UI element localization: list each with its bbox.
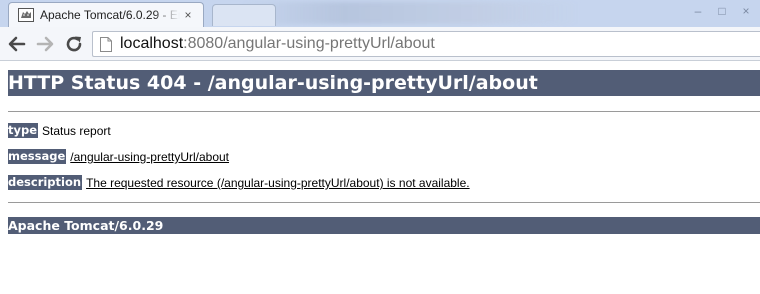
info-row-type: type Status report [8,123,111,139]
info-row-description: description The requested resource (/angu… [8,175,470,191]
close-window-icon[interactable]: × [736,3,756,19]
tomcat-favicon-icon [18,8,34,22]
toolbar: localhost:8080/angular-using-prettyUrl/a… [0,27,760,61]
url-path: :8080/angular-using-prettyUrl/about [183,35,435,52]
back-arrow-icon[interactable] [6,33,28,55]
maximize-icon[interactable]: □ [712,3,732,19]
url-host: localhost [120,35,184,52]
type-label: type [8,123,39,138]
close-tab-icon[interactable]: × [181,8,195,22]
blurred-tab-area [240,2,580,24]
description-value: The requested resource (/angular-using-p… [86,176,470,190]
page-title: HTTP Status 404 - /angular-using-prettyU… [8,72,538,94]
page-icon [100,37,112,52]
type-value: Status report [42,124,111,138]
message-value: /angular-using-prettyUrl/about [70,150,230,164]
server-info: Apache Tomcat/6.0.29 [8,218,164,233]
divider [8,202,760,203]
divider [8,111,760,112]
message-label: message [8,149,67,164]
page-content: HTTP Status 404 - /angular-using-prettyU… [0,61,760,294]
tab-new[interactable] [212,4,276,26]
tab-strip: Apache Tomcat/6.0.29 - Error report × – … [0,0,760,27]
tab-title: Apache Tomcat/6.0.29 - Error report [40,8,180,22]
reload-icon[interactable] [63,33,85,55]
minimize-icon[interactable]: – [688,3,708,19]
forward-arrow-icon[interactable] [34,33,56,55]
info-row-message: message/angular-using-prettyUrl/about [8,149,229,165]
description-label: description [8,175,83,190]
tab-active[interactable]: Apache Tomcat/6.0.29 - Error report × [8,2,204,27]
url-text: localhost:8080/angular-using-prettyUrl/a… [120,34,435,54]
address-bar[interactable]: localhost:8080/angular-using-prettyUrl/a… [92,31,760,57]
